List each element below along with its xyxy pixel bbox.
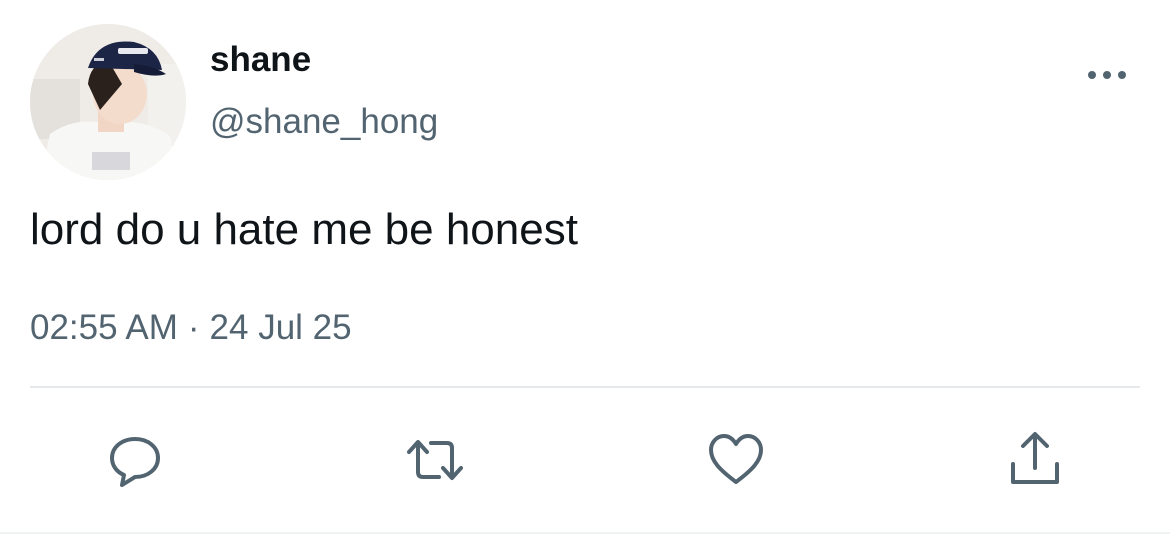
more-icon [1088,71,1126,79]
tweet-text: lord do u hate me be honest [30,205,578,254]
like-button[interactable] [706,430,766,490]
tweet-timestamp[interactable]: 02:55 AM · 24 Jul 25 [30,308,352,348]
divider [30,386,1140,388]
tweet-date: 24 Jul 25 [209,308,352,347]
share-icon [1011,432,1059,484]
retweet-button[interactable] [405,430,465,490]
more-options-button[interactable] [1082,58,1132,92]
share-button[interactable] [1005,430,1065,490]
reply-button[interactable] [105,430,165,490]
reply-icon [110,437,160,487]
bottom-divider [0,532,1170,534]
display-name[interactable]: shane [210,40,311,80]
retweet-icon [407,440,463,480]
tweet-card: shane @shane_hong lord do u hate me be h… [0,0,1170,552]
avatar-image [30,24,186,180]
tweet-time: 02:55 AM [30,308,178,347]
avatar[interactable] [30,24,186,180]
user-handle[interactable]: @shane_hong [210,102,438,142]
like-icon [709,434,763,484]
meta-separator: · [187,308,200,347]
